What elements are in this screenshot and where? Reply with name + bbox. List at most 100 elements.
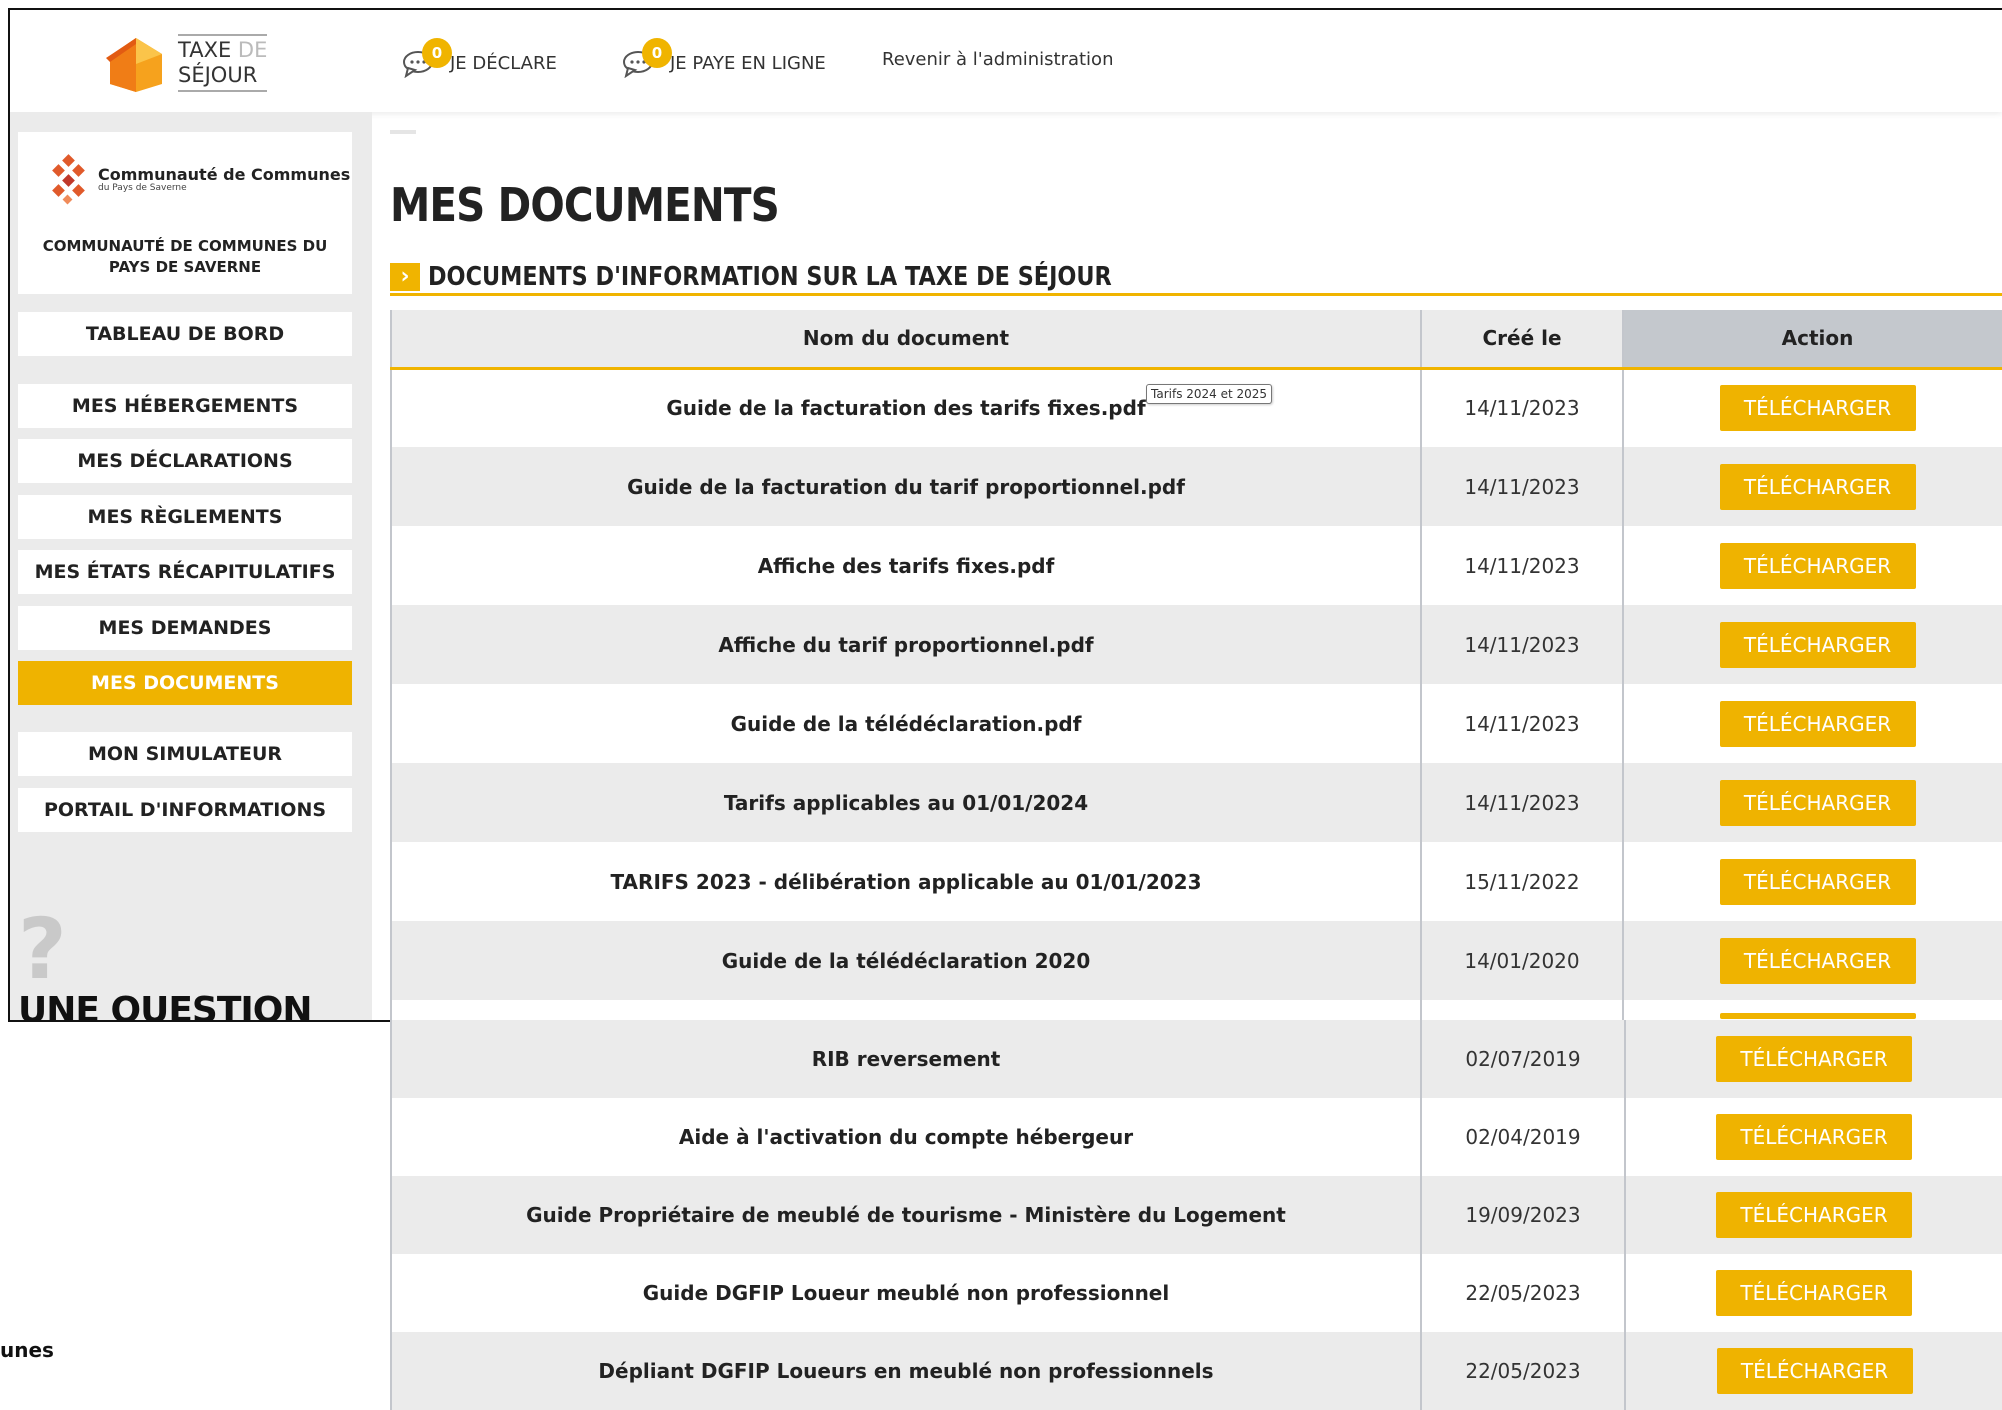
- download-button[interactable]: TÉLÉCHARGER: [1716, 1348, 1913, 1394]
- chat-icon: 0: [402, 38, 452, 79]
- nav-je-declare[interactable]: 0 JE DÉCLARE: [402, 38, 557, 79]
- payment-count-badge: 0: [642, 38, 672, 68]
- documents-table: Nom du document Créé le Action Guide de …: [390, 310, 2002, 1020]
- table-row: Aide à l'activation du compte hébergeur …: [390, 1098, 2002, 1176]
- chevron-right-icon: ›: [390, 262, 420, 291]
- document-date: 14/11/2023: [1421, 526, 1624, 605]
- document-name: Tarifs applicables au 01/01/2024: [390, 763, 1422, 842]
- document-date: 14/11/2023: [1421, 368, 1624, 447]
- documents-table-continued: RIB reversement 02/07/2019 TÉLÉCHARGER A…: [390, 1020, 2002, 1410]
- org-logo: Communauté de Communes du Pays de Savern…: [48, 154, 350, 206]
- action-cell: TÉLÉCHARGER: [1623, 684, 2002, 763]
- document-name: RIB reversement: [390, 1020, 1422, 1098]
- document-date: 02/04/2019: [1421, 1098, 1626, 1176]
- download-button[interactable]: TÉLÉCHARGER: [1719, 779, 1916, 826]
- download-button[interactable]: TÉLÉCHARGER: [1719, 621, 1916, 668]
- document-date: 14/01/2020: [1421, 921, 1624, 1000]
- app-window: TAXE DE SÉJOUR 0 JE DÉCLARE 0 JE PAYE EN…: [8, 8, 2002, 1022]
- column-header-date[interactable]: Créé le: [1421, 310, 1624, 370]
- action-cell: TÉLÉCHARGER: [1625, 1254, 2002, 1332]
- download-button[interactable]: TÉLÉCHARGER: [1716, 1270, 1912, 1316]
- table-row: Dépliant DGFIP Loueurs en meublé non pro…: [390, 1332, 2002, 1410]
- download-button[interactable]: TÉLÉCHARGER: [1719, 542, 1916, 589]
- taxe-sejour-logo[interactable]: TAXE DE SÉJOUR: [102, 28, 282, 98]
- document-name: Affiche du tarif proportionnel.pdf: [390, 605, 1422, 684]
- declare-count-badge: 0: [422, 38, 452, 68]
- document-name: Dépliant DGFIP Loueurs en meublé non pro…: [390, 1332, 1422, 1410]
- action-cell: TÉLÉCHARGER: [1623, 763, 2002, 842]
- document-name: TARIFS 2023 - délibération applicable au…: [390, 842, 1422, 921]
- house-logo-icon: [102, 34, 164, 92]
- chat-icon: 0: [622, 38, 672, 79]
- nav-je-paye-en-ligne[interactable]: 0 JE PAYE EN LIGNE: [622, 38, 826, 79]
- download-button[interactable]: TÉLÉCHARGER: [1719, 858, 1916, 905]
- question-heading: UNE QUESTION: [18, 990, 313, 1022]
- logo-line1: TAXE: [178, 38, 232, 62]
- action-cell: TÉLÉCHARGER: [1623, 921, 2002, 1000]
- action-cell: TÉLÉCHARGER: [1623, 605, 2002, 684]
- download-button[interactable]: TÉLÉCHARGER: [1719, 700, 1916, 747]
- org-logo-subtitle: du Pays de Saverne: [98, 183, 187, 193]
- nav-revenir-administration[interactable]: Revenir à l'administration: [882, 49, 1113, 70]
- table-row: Guide de la facturation des tarifs fixes…: [390, 368, 2002, 447]
- org-diamond-logo-icon: [52, 154, 85, 205]
- action-cell: TÉLÉCHARGER: [1625, 1332, 2002, 1410]
- document-date: 14/11/2023: [1421, 763, 1624, 842]
- action-cell: TÉLÉCHARGER: [1623, 368, 2002, 447]
- sidebar-item-mon-simulateur[interactable]: MON SIMULATEUR: [18, 732, 352, 776]
- table-row: TARIFS 2023 - délibération applicable au…: [390, 842, 2002, 921]
- page-title: MES DOCUMENTS: [390, 178, 780, 232]
- document-date: 15/11/2022: [1421, 842, 1624, 921]
- logo-wordmark: TAXE DE SÉJOUR: [178, 34, 268, 92]
- cropped-footer-text: unes: [0, 1338, 54, 1362]
- download-button[interactable]: TÉLÉCHARGER: [1716, 1192, 1912, 1238]
- sidebar-item-mes-declarations[interactable]: MES DÉCLARATIONS: [18, 439, 352, 483]
- section-heading: › DOCUMENTS D'INFORMATION SUR LA TAXE DE…: [390, 260, 2002, 296]
- action-cell: TÉLÉCHARGER: [1623, 842, 2002, 921]
- table-row: Guide de la télédéclaration.pdf 14/11/20…: [390, 684, 2002, 763]
- table-row: Guide DGFIP Loueur meublé non profession…: [390, 1254, 2002, 1332]
- document-date: 22/05/2023: [1421, 1332, 1626, 1410]
- column-header-name[interactable]: Nom du document: [390, 310, 1422, 370]
- column-header-action: Action: [1623, 310, 2002, 370]
- nav-je-declare-label: JE DÉCLARE: [450, 52, 557, 74]
- logo-line1-suffix: DE: [237, 38, 268, 62]
- sidebar-item-mes-documents[interactable]: MES DOCUMENTS: [18, 661, 352, 705]
- scroll-indicator: [390, 130, 416, 134]
- sidebar-item-mes-hebergements[interactable]: MES HÉBERGEMENTS: [18, 384, 352, 428]
- sidebar-item-mes-etats-recapitulatifs[interactable]: MES ÉTATS RÉCAPITULATIFS: [18, 550, 352, 594]
- document-name: Affiche des tarifs fixes.pdf: [390, 526, 1422, 605]
- org-name-line2: PAYS DE SAVERNE: [108, 258, 262, 276]
- table-row: Guide de la facturation du tarif proport…: [390, 447, 2002, 526]
- table-row: RIB reversement 02/07/2019 TÉLÉCHARGER: [390, 1020, 2002, 1098]
- sidebar-item-mes-demandes[interactable]: MES DEMANDES: [18, 606, 352, 650]
- nav-revenir-administration-label: Revenir à l'administration: [882, 49, 1114, 70]
- download-button[interactable]: TÉLÉCHARGER: [1716, 1114, 1912, 1160]
- action-cell: TÉLÉCHARGER: [1625, 1176, 2002, 1254]
- sidebar-item-mes-reglements[interactable]: MES RÈGLEMENTS: [18, 495, 352, 539]
- section-title-text: DOCUMENTS D'INFORMATION SUR LA TAXE DE S…: [428, 261, 1112, 292]
- action-cell: TÉLÉCHARGER: [1625, 1020, 2002, 1098]
- document-date: 14/11/2023: [1421, 684, 1624, 763]
- document-date: 19/09/2023: [1421, 1176, 1626, 1254]
- document-date: 22/05/2023: [1421, 1254, 1626, 1332]
- sidebar-item-portail-informations[interactable]: PORTAIL D'INFORMATIONS: [18, 788, 352, 832]
- document-name: Guide de la facturation du tarif proport…: [390, 447, 1422, 526]
- document-name: Guide de la télédéclaration.pdf: [390, 684, 1422, 763]
- download-button[interactable]: TÉLÉCHARGER: [1716, 1036, 1912, 1082]
- table-row: Tarifs applicables au 01/01/2024 14/11/2…: [390, 763, 2002, 842]
- document-date: 14/11/2023: [1421, 605, 1624, 684]
- document-name: Guide DGFIP Loueur meublé non profession…: [390, 1254, 1422, 1332]
- download-button[interactable]: TÉLÉCHARGER: [1719, 937, 1916, 984]
- sidebar-item-tableau-de-bord[interactable]: TABLEAU DE BORD: [18, 312, 352, 356]
- action-cell: TÉLÉCHARGER: [1625, 1098, 2002, 1176]
- table-row: [390, 1000, 2002, 1020]
- document-date: 02/07/2019: [1421, 1020, 1626, 1098]
- document-name: Guide de la facturation des tarifs fixes…: [390, 368, 1422, 447]
- organization-card: Communauté de Communes du Pays de Savern…: [18, 132, 352, 294]
- download-button[interactable]: [1719, 1013, 1916, 1019]
- download-button[interactable]: TÉLÉCHARGER: [1719, 463, 1916, 510]
- download-button[interactable]: TÉLÉCHARGER: [1719, 385, 1916, 432]
- table-row: Guide de la télédéclaration 2020 14/01/2…: [390, 921, 2002, 1000]
- table-row: Affiche du tarif proportionnel.pdf 14/11…: [390, 605, 2002, 684]
